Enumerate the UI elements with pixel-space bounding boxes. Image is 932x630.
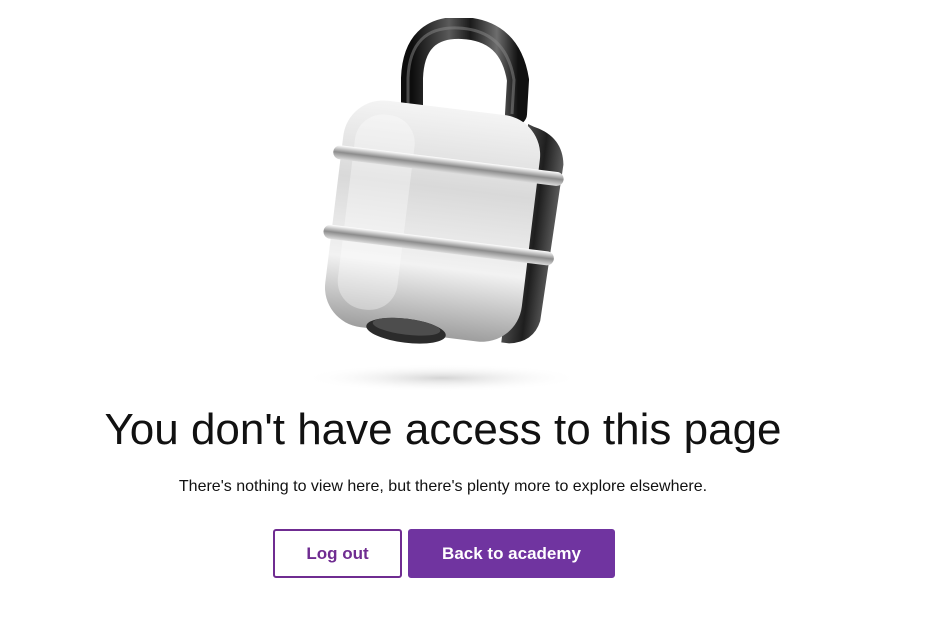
page-title: You don't have access to this page <box>104 405 782 454</box>
logout-button[interactable]: Log out <box>273 529 402 578</box>
action-buttons: Log out Back to academy <box>273 529 615 578</box>
page-subtitle: There's nothing to view here, but there'… <box>178 478 708 495</box>
back-to-academy-button[interactable]: Back to academy <box>408 529 615 578</box>
access-denied-page: You don't have access to this page There… <box>0 0 932 630</box>
padlock-icon <box>290 18 590 398</box>
